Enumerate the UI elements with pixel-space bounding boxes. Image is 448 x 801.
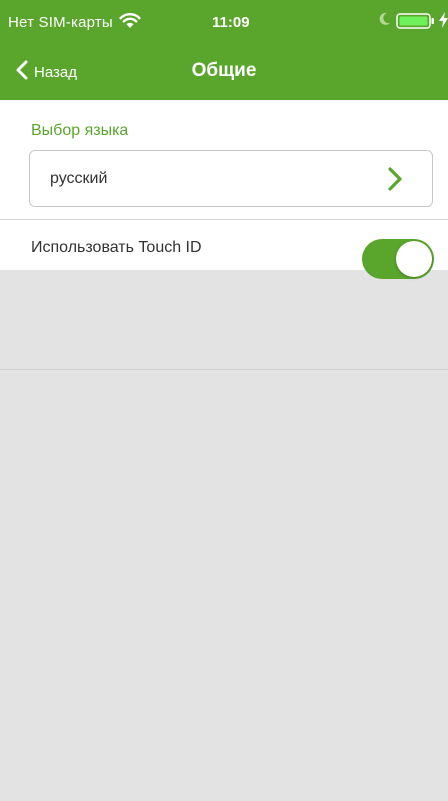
charging-bolt-icon (439, 12, 448, 32)
app-header: Нет SIM-карты 11:09 Назад Общие (0, 0, 448, 100)
battery-icon (396, 13, 436, 33)
carrier-label: Нет SIM-карты (8, 14, 113, 31)
touch-id-label: Использовать Touch ID (31, 239, 202, 256)
touch-id-row: Использовать Touch ID (0, 220, 448, 279)
toggle-knob (396, 241, 432, 277)
touch-id-toggle[interactable] (362, 239, 434, 279)
language-select[interactable]: русский (29, 150, 433, 207)
language-value: русский (50, 170, 108, 187)
page-title: Общие (191, 60, 257, 81)
panel-bottom-border (0, 369, 448, 370)
chevron-right-icon (388, 167, 402, 196)
navigation-bar: Назад Общие (0, 52, 448, 92)
settings-panel: Выбор языка русский Использовать Touch I… (0, 100, 448, 370)
moon-icon (379, 12, 391, 30)
wifi-icon (119, 12, 141, 33)
status-bar: Нет SIM-карты 11:09 (0, 0, 448, 40)
status-time: 11:09 (212, 14, 250, 31)
language-section-label: Выбор языка (31, 122, 129, 139)
